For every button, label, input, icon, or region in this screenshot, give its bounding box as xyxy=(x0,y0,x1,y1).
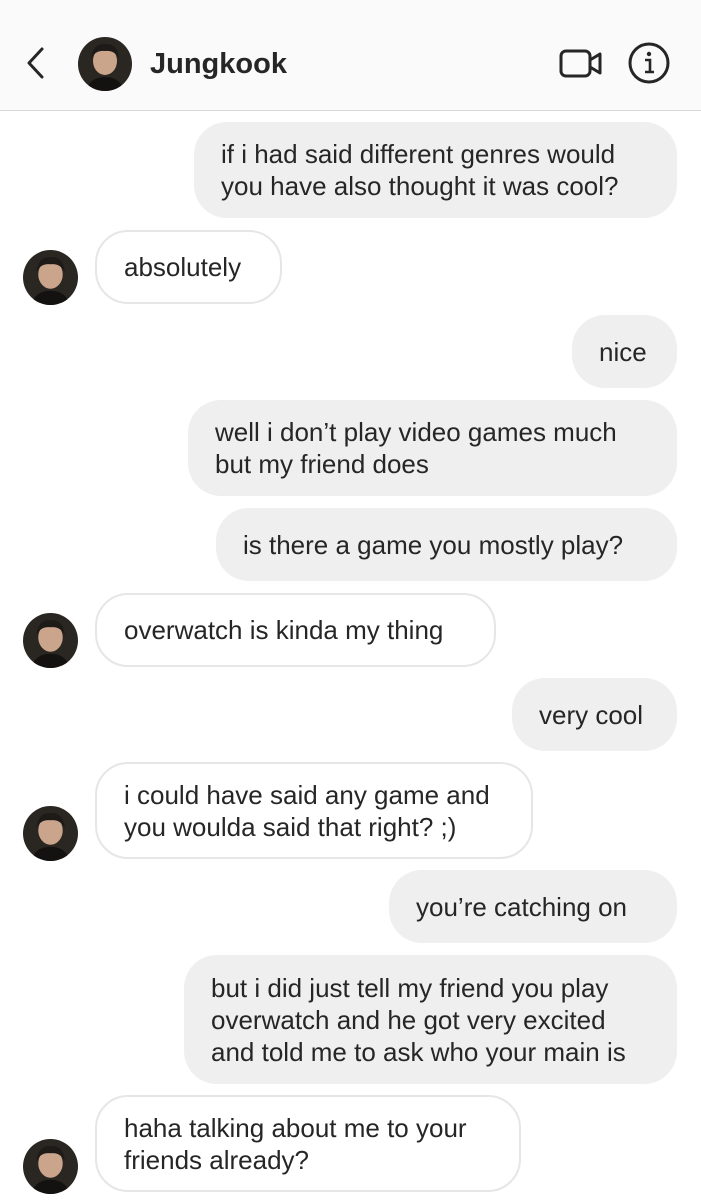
info-button[interactable] xyxy=(627,41,671,85)
message-bubble-received[interactable]: absolutely xyxy=(95,230,282,304)
message-text: overwatch is kinda my thing xyxy=(124,615,444,645)
message-bubble-received[interactable]: overwatch is kinda my thing xyxy=(95,593,496,667)
message-bubble-sent[interactable]: nice xyxy=(572,315,677,388)
avatar-photo-icon xyxy=(23,613,78,668)
contact-avatar-small[interactable] xyxy=(23,806,78,861)
avatar-photo-icon xyxy=(23,250,78,305)
message-bubble-received[interactable]: i could have said any game and you would… xyxy=(95,762,533,859)
message-bubble-sent[interactable]: you’re catching on xyxy=(389,870,677,943)
message-text: i could have said any game and you would… xyxy=(124,779,490,842)
video-call-button[interactable] xyxy=(558,44,604,82)
message-bubble-sent[interactable]: but i did just tell my friend you play o… xyxy=(184,955,677,1084)
message-bubble-sent[interactable]: well i don’t play video games much but m… xyxy=(188,400,677,496)
message-bubble-received[interactable]: haha talking about me to your friends al… xyxy=(95,1095,521,1192)
back-button[interactable] xyxy=(22,44,52,82)
message-text: haha talking about me to your friends al… xyxy=(124,1112,467,1175)
message-text: absolutely xyxy=(124,252,242,282)
contact-avatar-small[interactable] xyxy=(23,613,78,668)
message-text: but i did just tell my friend you play o… xyxy=(211,972,626,1067)
message-text: nice xyxy=(599,336,647,367)
message-bubble-sent[interactable]: if i had said different genres would you… xyxy=(194,122,677,218)
contact-avatar-small[interactable] xyxy=(23,1139,78,1194)
message-bubble-sent[interactable]: very cool xyxy=(512,678,677,751)
conversation-header: Jungkook xyxy=(0,0,701,111)
message-text: if i had said different genres would you… xyxy=(221,139,619,201)
info-circle-icon xyxy=(628,42,670,84)
contact-avatar-small[interactable] xyxy=(23,250,78,305)
message-text: very cool xyxy=(539,699,644,730)
message-bubble-sent[interactable]: is there a game you mostly play? xyxy=(216,508,677,581)
chevron-left-icon xyxy=(27,47,44,79)
video-camera-icon xyxy=(559,49,602,78)
message-text: well i don’t play video games much but m… xyxy=(215,417,617,479)
avatar-photo-icon xyxy=(23,1139,78,1194)
message-text: you’re catching on xyxy=(416,891,628,922)
contact-avatar[interactable] xyxy=(78,37,132,91)
avatar-photo-icon xyxy=(78,37,132,91)
avatar-photo-icon xyxy=(23,806,78,861)
message-thread[interactable]: if i had said different genres would you… xyxy=(0,111,701,1200)
contact-name[interactable]: Jungkook xyxy=(150,46,287,82)
message-text: is there a game you mostly play? xyxy=(243,529,624,560)
